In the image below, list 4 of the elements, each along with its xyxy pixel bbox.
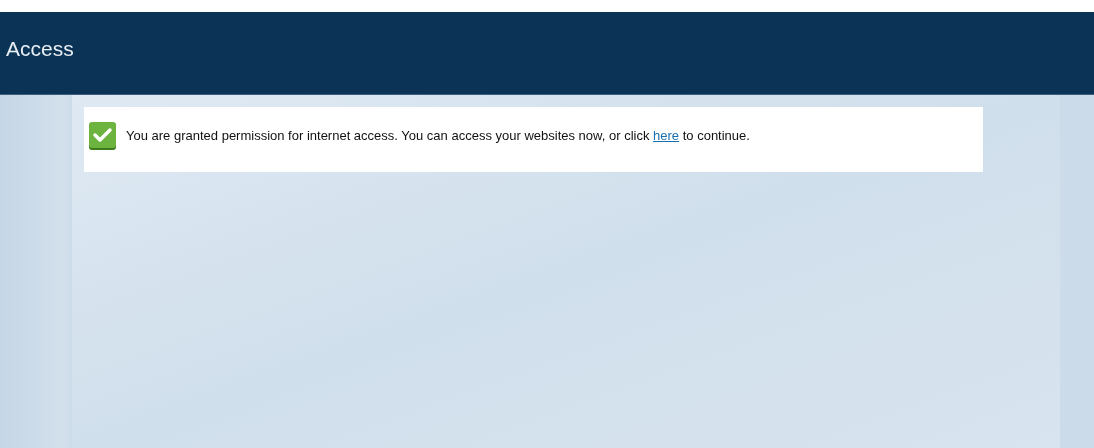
check-icon bbox=[88, 120, 118, 151]
page-title: Access bbox=[6, 37, 74, 61]
continue-link[interactable]: here bbox=[653, 128, 680, 143]
permission-message: You are granted permission for internet access. You can access your websites now, or click here to continue. bbox=[126, 128, 750, 143]
